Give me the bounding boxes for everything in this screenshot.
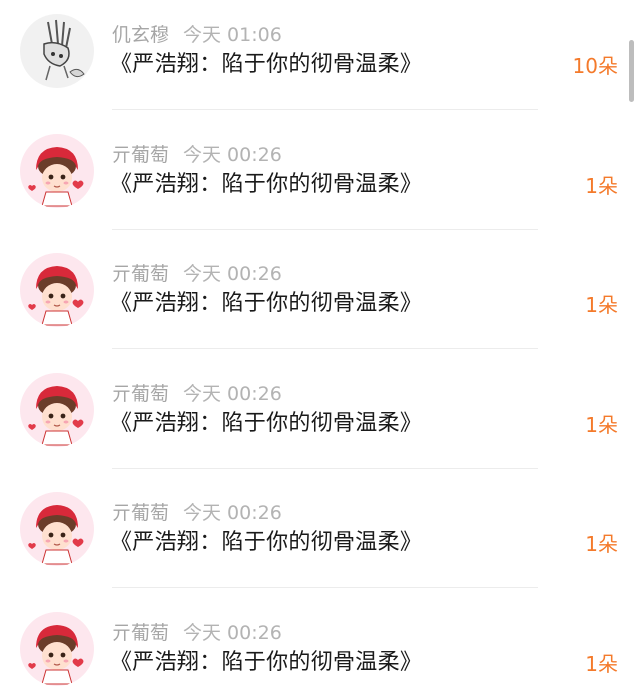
list-item[interactable]: 亓葡萄 今天 00:26 《严浩翔：陷于你的彻骨温柔》 1朵	[0, 359, 640, 479]
sender-name[interactable]: 亓葡萄	[112, 502, 169, 524]
scrollbar[interactable]	[629, 40, 634, 102]
cartoon-boy-icon	[20, 134, 94, 208]
flower-count: 1朵	[585, 293, 618, 317]
cartoon-boy-icon	[20, 253, 94, 327]
sketch-hand-icon	[20, 14, 94, 88]
cartoon-boy-icon	[20, 373, 94, 447]
sender-name[interactable]: 仉玄穆	[112, 24, 169, 46]
divider	[112, 229, 538, 230]
list-item[interactable]: 亓葡萄 今天 00:26 《严浩翔：陷于你的彻骨温柔》 1朵	[0, 239, 640, 359]
cartoon-boy-icon	[20, 612, 94, 686]
item-meta: 仉玄穆 今天 01:06	[112, 22, 282, 48]
divider	[112, 587, 538, 588]
work-title[interactable]: 《严浩翔：陷于你的彻骨温柔》	[110, 646, 422, 680]
divider	[112, 109, 538, 110]
send-time: 今天 00:26	[183, 383, 282, 405]
send-time: 今天 00:26	[183, 263, 282, 285]
item-meta: 亓葡萄 今天 00:26	[112, 500, 282, 526]
send-time: 今天 00:26	[183, 502, 282, 524]
flower-count: 1朵	[585, 652, 618, 676]
send-time: 今天 00:26	[183, 144, 282, 166]
list-item[interactable]: 亓葡萄 今天 00:26 《严浩翔：陷于你的彻骨温柔》 1朵	[0, 478, 640, 598]
work-title[interactable]: 《严浩翔：陷于你的彻骨温柔》	[110, 526, 422, 560]
item-meta: 亓葡萄 今天 00:26	[112, 261, 282, 287]
work-title[interactable]: 《严浩翔：陷于你的彻骨温柔》	[110, 287, 422, 321]
sender-name[interactable]: 亓葡萄	[112, 383, 169, 405]
avatar[interactable]	[20, 134, 94, 208]
avatar[interactable]	[20, 492, 94, 566]
send-time: 今天 01:06	[183, 24, 282, 46]
list-item[interactable]: 亓葡萄 今天 00:26 《严浩翔：陷于你的彻骨温柔》 1朵	[0, 120, 640, 240]
flower-count: 1朵	[585, 413, 618, 437]
list-item[interactable]: 亓葡萄 今天 00:26 《严浩翔：陷于你的彻骨温柔》 1朵	[0, 598, 640, 691]
item-meta: 亓葡萄 今天 00:26	[112, 142, 282, 168]
flower-count: 10朵	[572, 54, 618, 78]
avatar[interactable]	[20, 373, 94, 447]
item-meta: 亓葡萄 今天 00:26	[112, 381, 282, 407]
gift-list: 仉玄穆 今天 01:06 《严浩翔：陷于你的彻骨温柔》 10朵 亓葡萄 今天 0…	[0, 0, 640, 691]
work-title[interactable]: 《严浩翔：陷于你的彻骨温柔》	[110, 407, 422, 441]
list-item[interactable]: 仉玄穆 今天 01:06 《严浩翔：陷于你的彻骨温柔》 10朵	[0, 0, 640, 120]
sender-name[interactable]: 亓葡萄	[112, 263, 169, 285]
avatar[interactable]	[20, 14, 94, 88]
avatar[interactable]	[20, 253, 94, 327]
cartoon-boy-icon	[20, 492, 94, 566]
avatar[interactable]	[20, 612, 94, 686]
work-title[interactable]: 《严浩翔：陷于你的彻骨温柔》	[110, 168, 422, 202]
send-time: 今天 00:26	[183, 622, 282, 644]
sender-name[interactable]: 亓葡萄	[112, 622, 169, 644]
flower-count: 1朵	[585, 532, 618, 556]
work-title[interactable]: 《严浩翔：陷于你的彻骨温柔》	[110, 48, 422, 82]
item-meta: 亓葡萄 今天 00:26	[112, 620, 282, 646]
sender-name[interactable]: 亓葡萄	[112, 144, 169, 166]
divider	[112, 468, 538, 469]
divider	[112, 348, 538, 349]
flower-count: 1朵	[585, 174, 618, 198]
